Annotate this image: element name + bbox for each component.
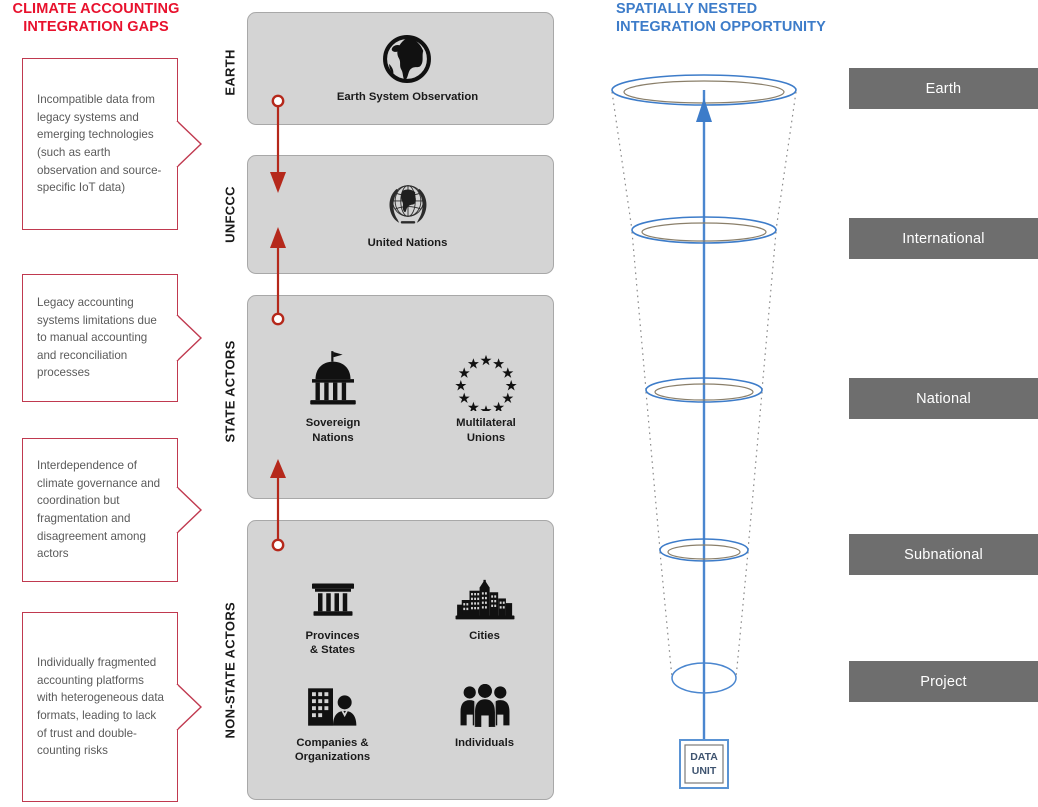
level-box-international[interactable]: International xyxy=(849,218,1038,259)
callout-chevron-icon xyxy=(174,314,203,362)
entity-multilateral-unions: Multilateral Unions xyxy=(439,349,534,444)
nested-cylinders-diagram: DATA UNIT xyxy=(611,74,797,789)
office-building-person-icon xyxy=(307,688,356,726)
entity-provinces-states: Provinces & States xyxy=(281,576,385,657)
gap-callout-3: Interdependence of climate governance an… xyxy=(22,438,203,582)
connector-origin-dot-icon xyxy=(271,94,285,108)
page-title-climate-gaps: CLIMATE ACCOUNTING INTEGRATION GAPS xyxy=(0,0,192,36)
arrowhead-up-icon xyxy=(270,227,286,248)
panel-side-label-state-actors: STATE ACTORS xyxy=(222,340,238,443)
gap-callout-2-text: Legacy accounting systems limitations du… xyxy=(37,295,157,380)
arrowhead-down-icon xyxy=(270,172,286,193)
entity-companies-organizations: Companies & Organizations xyxy=(281,683,385,764)
level-label: International xyxy=(902,230,985,247)
callout-chevron-icon xyxy=(174,120,203,168)
arrowhead-up-to-earth-icon xyxy=(696,98,712,122)
callout-chevron-icon xyxy=(174,486,203,534)
page-title-line-1: CLIMATE ACCOUNTING xyxy=(12,1,180,17)
level-label: National xyxy=(916,390,971,407)
level-label: Project xyxy=(920,673,967,690)
gap-callout-1-text: Incompatible data from legacy systems an… xyxy=(37,93,162,195)
entity-label: Provinces & States xyxy=(305,629,360,656)
connector-state-actors-to-unfccc xyxy=(270,227,286,326)
entity-individuals: Individuals xyxy=(433,683,537,764)
right-section-title: SPATIALLY NESTED INTEGRATION OPPORTUNITY xyxy=(616,0,876,36)
gap-callout-4: Individually fragmented accounting platf… xyxy=(22,612,203,802)
page-title-line-2: INTEGRATION GAPS xyxy=(23,19,169,36)
connector-earth-to-unfccc xyxy=(270,94,286,193)
level-box-subnational[interactable]: Subnational xyxy=(849,534,1038,575)
panel-side-label-unfccc: UNFCCC xyxy=(222,186,238,243)
callout-chevron-icon xyxy=(174,683,203,731)
data-unit-label-line-2: UNIT xyxy=(692,765,717,777)
entity-label: Companies & Organizations xyxy=(294,737,371,764)
three-people-icon xyxy=(460,684,509,727)
entity-united-nations: United Nations xyxy=(367,179,448,250)
arrowhead-up-icon xyxy=(270,459,286,478)
data-unit-label-line-1: DATA xyxy=(690,751,718,763)
united-nations-emblem-icon xyxy=(389,185,426,224)
entity-label: Cities xyxy=(469,629,500,642)
entity-sovereign-nations: Sovereign Nations xyxy=(286,349,381,444)
entity-label: United Nations xyxy=(367,236,448,249)
panel-side-label-earth: EARTH xyxy=(222,49,238,96)
connector-origin-dot-icon xyxy=(271,312,285,326)
entity-label: Sovereign Nations xyxy=(305,417,361,444)
gap-callout-3-text: Interdependence of climate governance an… xyxy=(37,459,161,561)
level-box-national[interactable]: National xyxy=(849,378,1038,419)
right-title-line-1: SPATIALLY NESTED xyxy=(616,1,758,17)
eu-stars-circle-icon xyxy=(455,355,517,412)
capitol-building-icon xyxy=(310,351,356,405)
right-title-line-2: INTEGRATION OPPORTUNITY xyxy=(616,19,826,36)
globe-icon xyxy=(383,34,432,83)
entity-label: Individuals xyxy=(454,737,514,749)
entity-earth-system-observation: Earth System Observation xyxy=(337,33,478,104)
gap-callout-1: Incompatible data from legacy systems an… xyxy=(22,58,203,230)
level-label: Subnational xyxy=(904,546,983,563)
gap-callout-4-text: Individually fragmented accounting platf… xyxy=(37,656,164,758)
level-label: Earth xyxy=(925,80,962,97)
entity-label: Multilateral Unions xyxy=(456,417,516,444)
level-box-project[interactable]: Project xyxy=(849,661,1038,702)
entity-label: Earth System Observation xyxy=(336,90,479,103)
entity-cities: Cities xyxy=(433,576,537,657)
classical-building-icon xyxy=(311,583,354,616)
gap-callout-2: Legacy accounting systems limitations du… xyxy=(22,274,203,402)
connector-origin-dot-icon xyxy=(271,538,285,552)
city-skyline-icon xyxy=(455,579,514,620)
level-box-earth[interactable]: Earth xyxy=(849,68,1038,109)
connector-non-state-to-state-actors xyxy=(270,459,286,552)
panel-side-label-non-state-actors: NON-STATE ACTORS xyxy=(222,602,238,739)
panel-non-state-actors[interactable]: Provinces & States Cities Companies & Or… xyxy=(247,520,554,800)
